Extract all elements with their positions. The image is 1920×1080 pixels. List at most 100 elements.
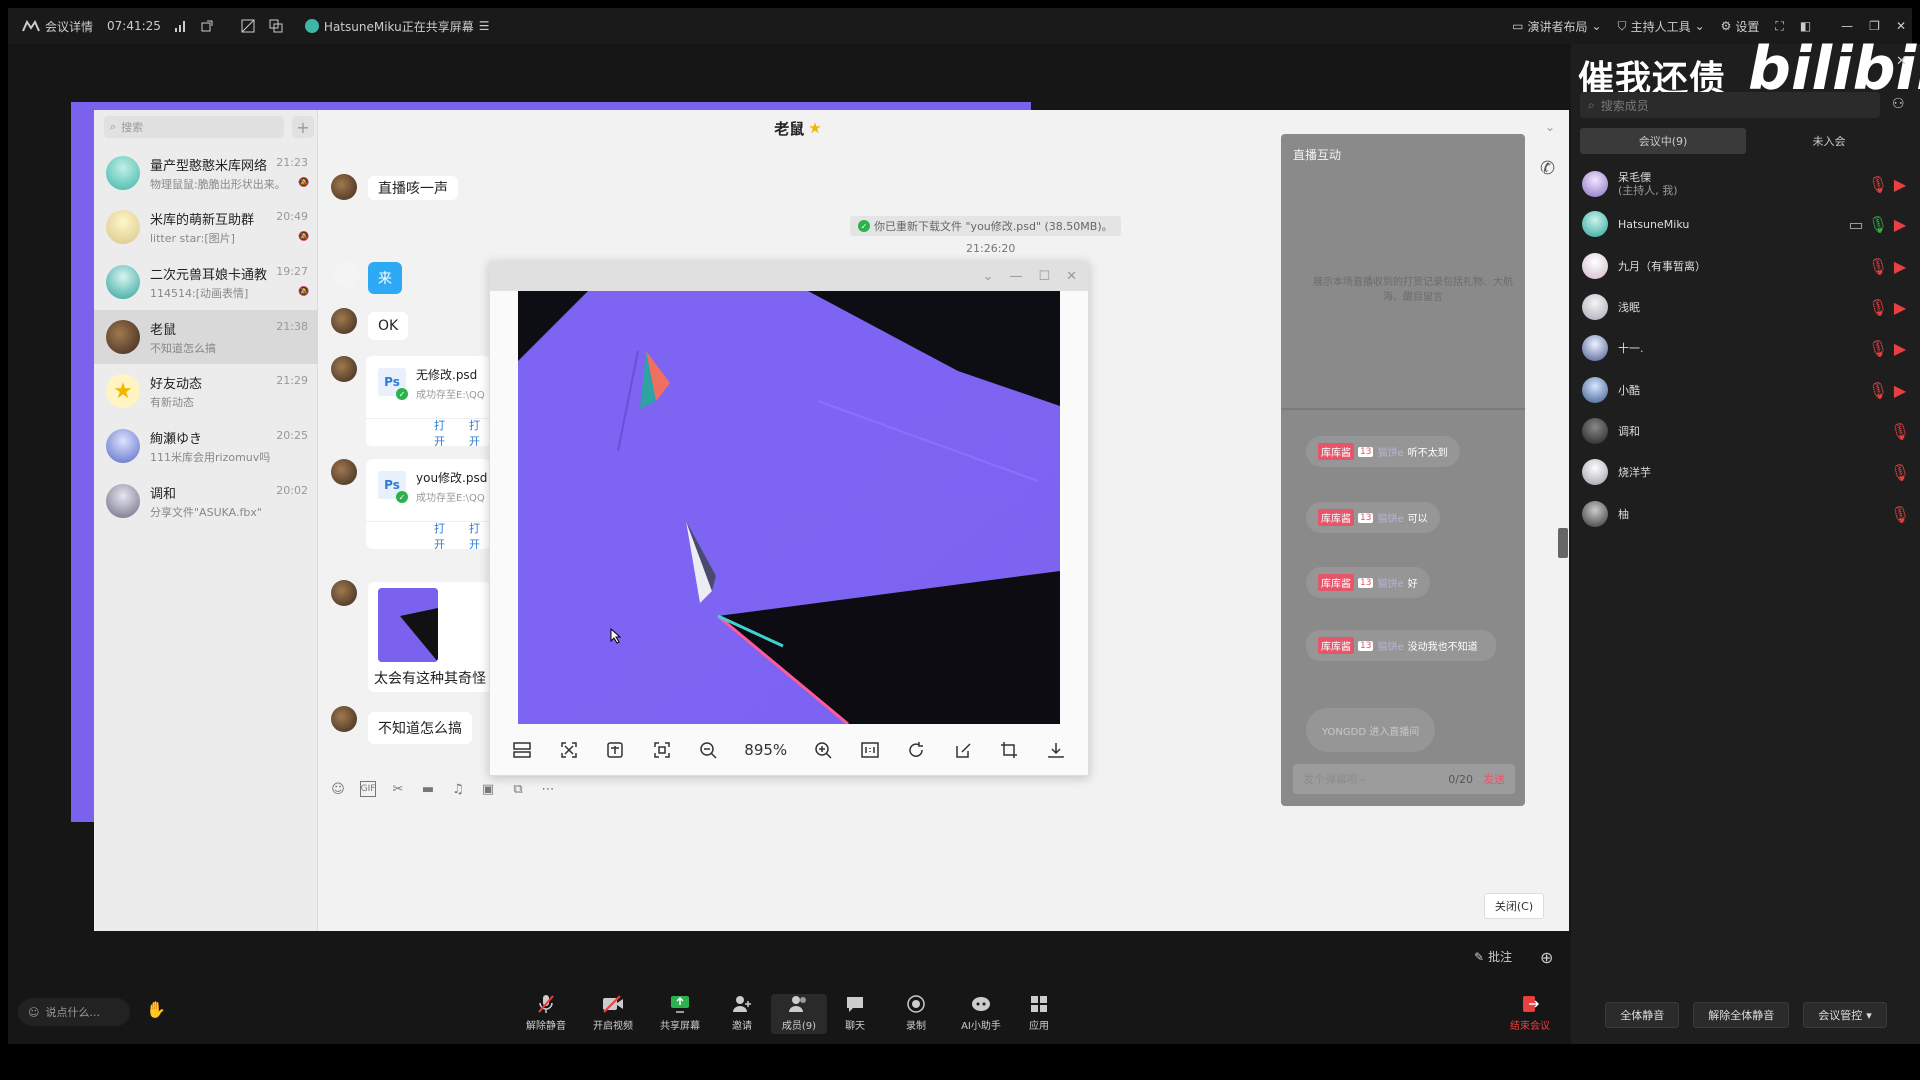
open-link[interactable]: 打开 xyxy=(434,417,455,447)
translate-icon[interactable] xyxy=(269,19,283,33)
image-thumbnail[interactable] xyxy=(378,588,438,662)
say-something-input[interactable]: ☺ 说点什么... xyxy=(18,998,130,1026)
open-folder-link[interactable]: 打开 xyxy=(469,520,490,550)
chat-list-item-selected[interactable]: 老鼠 不知道怎么搞 21:38 xyxy=(94,310,318,364)
zoom-out-icon[interactable] xyxy=(697,739,719,761)
chat-list-item[interactable]: 絢瀬ゆき 111米库会用rizomuv吗 20:25 xyxy=(94,419,318,473)
edit-icon[interactable] xyxy=(952,739,974,761)
chevron-down-icon[interactable]: ⌄ xyxy=(983,269,994,284)
image-message[interactable]: 太会有这种其奇怪 xyxy=(368,582,492,692)
close-icon[interactable]: ✕ xyxy=(1066,269,1077,284)
start-video-button[interactable]: 开启视频 xyxy=(585,994,641,1034)
zoom-in-icon[interactable] xyxy=(812,739,834,761)
member-row[interactable]: 九月（有事暂离） 🎙 ▶ xyxy=(1580,249,1912,283)
screenshot-icon[interactable]: ⧉ xyxy=(510,781,526,797)
raise-hand-icon[interactable]: ✋ xyxy=(146,1000,166,1024)
meeting-control-button[interactable]: 会议管控 ▾ xyxy=(1803,1002,1887,1028)
close-icon[interactable]: ✕ xyxy=(1896,19,1906,33)
gif-icon[interactable]: GIF xyxy=(360,781,376,797)
translate-image-icon[interactable] xyxy=(604,739,626,761)
chat-list-item[interactable]: 调和 分享文件"ASUKA.fbx" 20:02 xyxy=(94,474,318,528)
mic-off-icon[interactable]: 🎙 xyxy=(1868,257,1888,276)
add-button[interactable]: + xyxy=(292,116,314,138)
mic-off-icon[interactable]: 🎙 xyxy=(1890,463,1910,482)
chat-list-item[interactable]: 二次元兽耳娘卡通教 114514:[动画表情] 19:27 🔕 xyxy=(94,255,318,309)
chat-button[interactable]: 聊天 xyxy=(827,994,883,1034)
video-off-icon[interactable]: ▶ xyxy=(1894,298,1906,317)
close-icon[interactable]: ✕ xyxy=(1896,54,1907,69)
send-button[interactable]: 发送 xyxy=(1483,771,1505,787)
image-icon[interactable]: ▣ xyxy=(480,781,496,797)
more-icon[interactable]: ⋯ xyxy=(540,781,556,797)
mic-off-icon[interactable]: 🎙 xyxy=(1890,505,1910,524)
phone-icon[interactable]: ✆ xyxy=(1540,158,1555,179)
sharing-indicator[interactable]: HatsuneMiku正在共享屏幕 ☰ xyxy=(304,18,490,35)
crop-icon[interactable] xyxy=(998,739,1020,761)
open-folder-link[interactable]: 打开 xyxy=(469,417,490,447)
download-icon[interactable] xyxy=(1045,739,1067,761)
record-button[interactable]: 录制 xyxy=(888,994,944,1034)
invite-button[interactable]: 邀请 xyxy=(714,994,770,1034)
live-panel-divider[interactable] xyxy=(1281,408,1525,410)
file-message[interactable]: Ps ✓ 无修改.psd 成功存至E:\QQ 打开 打开 xyxy=(366,356,490,446)
tab-in-meeting[interactable]: 会议中(9) xyxy=(1580,128,1746,154)
file-message[interactable]: Ps ✓ you修改.psd 成功存至E:\QQ 打开 打开 xyxy=(366,459,490,549)
member-row[interactable]: 浅眠 🎙 ▶ xyxy=(1580,290,1912,324)
member-row[interactable]: 调和 🎙 xyxy=(1580,414,1912,448)
collapse-handle[interactable] xyxy=(1558,528,1568,558)
layout-icon[interactable] xyxy=(511,739,533,761)
chat-list-item[interactable]: 米库的萌新互助群 litter star:[图片] 20:49 🔕 xyxy=(94,200,318,254)
open-link[interactable]: 打开 xyxy=(434,520,455,550)
minimize-icon[interactable]: — xyxy=(1009,269,1022,284)
fullscreen-icon[interactable]: ⛶ xyxy=(1775,19,1783,34)
actual-size-icon[interactable] xyxy=(651,739,673,761)
emoji-icon[interactable]: ☺ xyxy=(330,781,346,797)
end-meeting-button[interactable]: 结束会议 xyxy=(1502,994,1558,1034)
screen-share-icon[interactable]: ▭ xyxy=(1848,215,1863,234)
member-row[interactable]: 呆毛傈 (主持人, 我) 🎙 ▶ xyxy=(1580,167,1912,201)
annotation-off-icon[interactable] xyxy=(241,19,255,33)
mic-off-icon[interactable]: 🎙 xyxy=(1868,298,1888,317)
minimize-icon[interactable]: — xyxy=(1841,19,1853,33)
chat-list-item[interactable]: ★ 好友动态 有新动态 21:29 xyxy=(94,364,318,418)
rotate-icon[interactable] xyxy=(905,739,927,761)
fit-screen-icon[interactable] xyxy=(558,739,580,761)
restore-icon[interactable]: ❐ xyxy=(1869,19,1880,33)
ai-assistant-button[interactable]: AI小助手 xyxy=(953,994,1009,1034)
tab-not-joined[interactable]: 未入会 xyxy=(1746,128,1912,154)
apps-button[interactable]: 应用 xyxy=(1011,994,1067,1034)
member-search-input[interactable]: ⌕ 搜索成员 xyxy=(1580,92,1880,118)
members-button[interactable]: 成员(9) xyxy=(771,994,827,1034)
mic-on-icon[interactable]: 🎙 xyxy=(1868,215,1888,234)
member-row[interactable]: 十一. 🎙 ▶ xyxy=(1580,331,1912,365)
folder-icon[interactable]: ▬ xyxy=(420,781,436,797)
share-screen-button[interactable]: 共享屏幕 xyxy=(652,994,708,1034)
maximize-icon[interactable]: ☐ xyxy=(1038,269,1050,284)
scissors-icon[interactable]: ✂ xyxy=(390,781,406,797)
annotate-button[interactable]: ✎ 批注 xyxy=(1474,948,1512,965)
member-row[interactable]: 小酷 🎙 ▶ xyxy=(1580,373,1912,407)
add-member-icon[interactable]: ⚇ xyxy=(1892,96,1905,112)
member-row[interactable]: 烧洋芋 🎙 xyxy=(1580,455,1912,489)
member-row[interactable]: HatsuneMiku ▭ 🎙 ▶ xyxy=(1580,207,1912,241)
danmaku-input[interactable]: 发个弹幕呗~ 0/20 发送 xyxy=(1293,764,1515,794)
speaker-layout-button[interactable]: ▭ 演讲者布局 ⌄ xyxy=(1512,18,1601,35)
mic-off-icon[interactable]: 🎙 xyxy=(1868,175,1888,194)
close-chat-button[interactable]: 关闭(C) xyxy=(1484,893,1544,919)
video-off-icon[interactable]: ▶ xyxy=(1894,381,1906,400)
sidebar-toggle-icon[interactable]: ◧ xyxy=(1800,19,1811,33)
mic-off-icon[interactable]: 🎙 xyxy=(1868,339,1888,358)
chat-list-item[interactable]: 量产型憨憨米库网络 物理鼠鼠:脆脆出形状出来。 21:23 🔕 xyxy=(94,146,318,200)
mute-all-button[interactable]: 全体静音 xyxy=(1605,1002,1680,1028)
settings-button[interactable]: ⚙ 设置 xyxy=(1721,18,1760,35)
music-icon[interactable]: ♫ xyxy=(450,781,466,797)
viewed-image[interactable] xyxy=(518,291,1060,724)
video-off-icon[interactable]: ▶ xyxy=(1894,257,1906,276)
video-off-icon[interactable]: ▶ xyxy=(1894,215,1906,234)
unmute-button[interactable]: 解除静音 xyxy=(518,994,574,1034)
host-tools-button[interactable]: ⛉ 主持人工具 ⌄ xyxy=(1618,18,1705,35)
chevron-down-icon[interactable]: ⌄ xyxy=(1545,120,1555,134)
video-off-icon[interactable]: ▶ xyxy=(1894,175,1906,194)
chat-search-input[interactable]: ⌕ 搜索 xyxy=(104,116,284,138)
member-row[interactable]: 柚 🎙 xyxy=(1580,497,1912,531)
